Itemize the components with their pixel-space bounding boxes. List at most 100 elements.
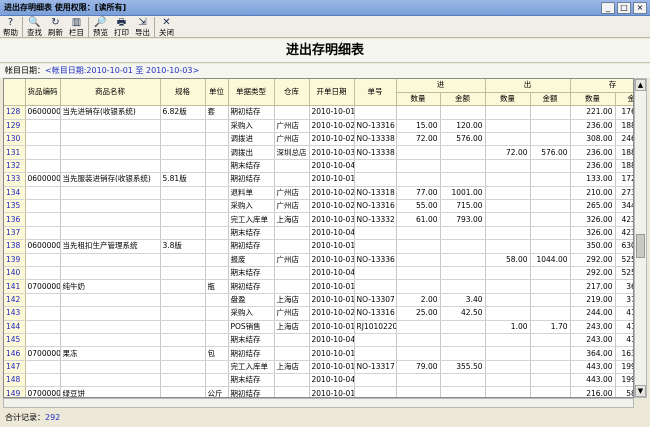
close-icon: ✕ — [162, 17, 171, 28]
columns-button[interactable]: ▥ 栏目 — [66, 16, 87, 38]
col-header-name[interactable]: 商品名称 — [60, 79, 161, 107]
stock-qty-cell: 243.00 — [570, 333, 616, 348]
row-number[interactable]: 147 — [4, 360, 26, 375]
table-row[interactable]: 139 报废 广州店 2010-10-03 NO-13336 58.00 1044.00 29… — [4, 253, 633, 267]
table-row[interactable]: 145 期末结存 2010-10-04 243.00413.10 — [4, 333, 633, 348]
print-button[interactable]: 🖶 打印 — [111, 16, 132, 38]
row-number[interactable]: 134 — [4, 186, 26, 201]
out-qty-cell — [485, 360, 531, 375]
horizontal-scrollbar[interactable] — [3, 398, 634, 408]
table-row[interactable]: 14107000001纯牛奶 瓶期初结存 2010-10-01 217.00368.9… — [4, 279, 633, 294]
table-row[interactable]: 130 调拨进 广州店 2010-10-02 NO-13338 72.00 576.00 30… — [4, 132, 633, 147]
docno-cell: NO-13316 — [354, 199, 397, 214]
table-row[interactable]: 140 期末结存 2010-10-04 292.005256.00 — [4, 266, 633, 281]
out-qty-cell — [485, 306, 531, 321]
out-qty-cell: 72.00 — [485, 145, 531, 160]
table-row[interactable]: 131 调拨出 深圳总店 2010-10-03 NO-13338 72.00 576.00 2… — [4, 145, 633, 160]
col-header-out-amount[interactable]: 金额 — [530, 92, 571, 107]
unit-cell: 瓶 — [205, 279, 229, 294]
row-number[interactable]: 142 — [4, 293, 26, 308]
date-range-link[interactable]: <帐目日期:2010-10-01 至 2010-10-03> — [45, 66, 199, 75]
unit-cell — [205, 333, 229, 348]
table-row[interactable]: 12806000001当先进销存(收银系统)6.82版套期初结存 2010-10-… — [4, 105, 633, 120]
in-amount-cell — [440, 386, 486, 397]
close-button[interactable]: ✕ 关闭 — [156, 16, 177, 38]
table-row[interactable]: 14907000003绿豆饼 公斤期初结存 2010-10-01 216.00583.… — [4, 386, 633, 397]
scroll-up-icon[interactable]: ▲ — [635, 79, 646, 91]
table-row[interactable]: 144 POS销售 上海店 2010-10-01 RJ1010220 1.00 1.70 24… — [4, 320, 633, 334]
code-cell — [25, 199, 61, 214]
table-row[interactable]: 14607000002果冻 包期初结存 2010-10-01 364.001638.0… — [4, 346, 633, 361]
row-number[interactable]: 128 — [4, 105, 26, 120]
col-header-code[interactable]: 货品编码 — [25, 79, 61, 107]
refresh-button[interactable]: ↻ 刷新 — [45, 16, 66, 38]
out-qty-cell — [485, 172, 531, 187]
col-header-spec[interactable]: 规格 — [160, 79, 206, 107]
col-header-in-qty[interactable]: 数量 — [396, 92, 441, 107]
table-row[interactable]: 142 盘盈 上海店 2010-10-01 NO-13307 2.00 3.40 219.00… — [4, 293, 633, 308]
minimize-button[interactable]: _ — [601, 2, 615, 14]
unit-cell — [205, 239, 229, 254]
maximize-button[interactable]: □ — [617, 2, 631, 14]
row-number[interactable]: 141 — [4, 279, 26, 294]
col-header-stock-qty[interactable]: 数量 — [570, 92, 616, 107]
row-number[interactable]: 136 — [4, 212, 26, 227]
help-button[interactable]: ? 帮助 — [0, 16, 21, 38]
row-number[interactable]: 138 — [4, 239, 26, 254]
stock-qty-cell: 443.00 — [570, 360, 616, 375]
warehouse-cell: 广州店 — [274, 306, 310, 321]
docno-cell: NO-13317 — [354, 360, 397, 375]
warehouse-cell — [274, 226, 310, 241]
table-row[interactable]: 143 采购入 广州店 2010-10-02 NO-13316 25.00 42.50 244… — [4, 306, 633, 321]
table-row[interactable]: 148 期末结存 2010-10-04 443.001993.50 — [4, 373, 633, 388]
table-row[interactable]: 135 采购入 广州店 2010-10-02 NO-13316 55.00 715.00 26… — [4, 199, 633, 214]
docno-cell — [354, 172, 397, 187]
docno-cell: NO-13318 — [354, 186, 397, 201]
table-row[interactable]: 129 采购入 广州店 2010-10-02 NO-13316 15.00 120.00 23… — [4, 119, 633, 134]
row-number[interactable]: 146 — [4, 346, 26, 361]
name-cell — [60, 132, 161, 147]
export-button[interactable]: ⇲ 导出 — [132, 16, 153, 38]
table-row[interactable]: 136 完工入库单 上海店 2010-10-03 NO-13332 61.00 793.00… — [4, 212, 633, 227]
scroll-down-icon[interactable]: ▼ — [635, 385, 646, 397]
stock-qty-cell: 210.00 — [570, 186, 616, 201]
table-row[interactable]: 13806000003当先租扣生产管理系统3.8版 期初结存 2010-10-01 3… — [4, 239, 633, 254]
row-number[interactable]: 149 — [4, 386, 26, 397]
row-number[interactable]: 133 — [4, 172, 26, 187]
table-row[interactable]: 147 完工入库单 上海店 2010-10-01 NO-13317 79.00 355.50… — [4, 360, 633, 375]
row-number[interactable]: 137 — [4, 226, 26, 241]
col-header-warehouse[interactable]: 仓库 — [274, 79, 310, 107]
col-header-doctype[interactable]: 单据类型 — [228, 79, 275, 107]
help-icon: ? — [7, 17, 14, 28]
col-header-date[interactable]: 开单日期 — [309, 79, 355, 107]
spec-cell — [160, 253, 206, 267]
row-number[interactable]: 139 — [4, 253, 26, 267]
row-number[interactable]: 144 — [4, 320, 26, 334]
table-row[interactable]: 132 期末结存 2010-10-04 236.001888.00 — [4, 159, 633, 174]
row-number[interactable]: 129 — [4, 119, 26, 134]
spec-cell — [160, 386, 206, 397]
table-row[interactable]: 134 退料单 广州店 2010-10-02 NO-13318 77.00 1001.00 2… — [4, 186, 633, 201]
col-header-in-amount[interactable]: 金额 — [440, 92, 486, 107]
row-number[interactable]: 145 — [4, 333, 26, 348]
col-header-out-qty[interactable]: 数量 — [485, 92, 531, 107]
row-number[interactable]: 132 — [4, 159, 26, 174]
preview-button[interactable]: 🔎 预览 — [90, 16, 111, 38]
table-row[interactable]: 13306000002当先服装进销存(收银系统)5.81版 期初结存 2010-10… — [4, 172, 633, 187]
close-window-button[interactable]: × — [633, 2, 647, 14]
col-header-docno[interactable]: 单号 — [354, 79, 397, 107]
row-number[interactable]: 131 — [4, 145, 26, 160]
row-number[interactable]: 130 — [4, 132, 26, 147]
row-number[interactable]: 148 — [4, 373, 26, 388]
data-grid[interactable]: 货品编码 商品名称 规格 单位 单据类型 仓库 开单日期 单号 进 出 存 数量… — [3, 78, 634, 398]
vertical-scrollbar[interactable]: ▲ ▼ — [634, 78, 647, 398]
stock-amount-cell: 583.20 — [615, 386, 633, 397]
row-number[interactable]: 135 — [4, 199, 26, 214]
scroll-thumb[interactable] — [636, 234, 645, 258]
col-header-unit[interactable]: 单位 — [205, 79, 229, 107]
search-button[interactable]: 🔍 查找 — [24, 16, 45, 38]
col-header-stock-amount[interactable]: 金额 — [615, 92, 633, 107]
table-row[interactable]: 137 期末结存 2010-10-04 326.004238.00 — [4, 226, 633, 241]
row-number[interactable]: 140 — [4, 266, 26, 281]
row-number[interactable]: 143 — [4, 306, 26, 321]
